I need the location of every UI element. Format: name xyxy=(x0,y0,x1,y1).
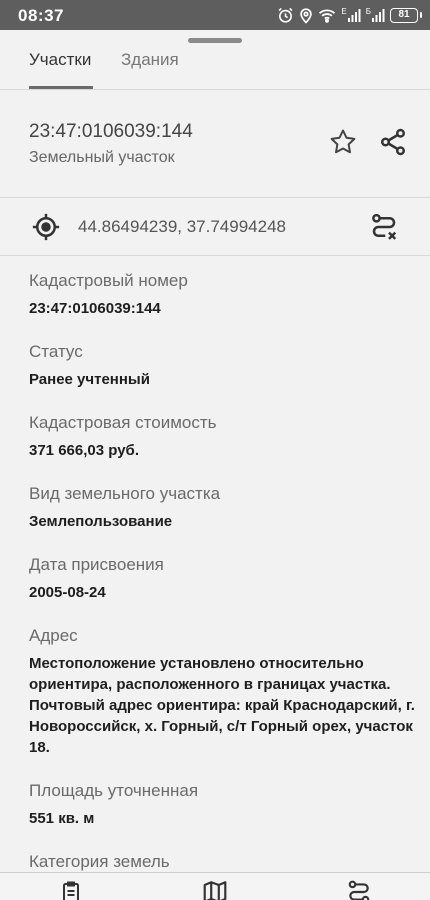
tab-parcels[interactable]: Участки xyxy=(29,50,91,70)
field-value: Местоположение установлено относительно … xyxy=(29,655,415,756)
field-refined-area: Площадь уточненная 551 кв. м xyxy=(29,780,424,829)
share-button[interactable] xyxy=(377,126,409,158)
field-value: 551 кв. м xyxy=(29,810,95,827)
nav-info-button[interactable] xyxy=(58,879,84,900)
status-bar: 08:37 E Б 81 xyxy=(0,0,430,30)
field-label: Кадастровый номер xyxy=(29,271,188,290)
battery-icon: 81 xyxy=(390,7,422,23)
locate-button[interactable] xyxy=(30,211,62,243)
bottom-navigation xyxy=(0,872,430,900)
field-address: Адрес Местоположение установлено относит… xyxy=(29,625,424,758)
status-time: 08:37 xyxy=(18,6,64,25)
field-value: 2005-08-24 xyxy=(29,584,106,601)
field-value: 23:47:0106039:144 xyxy=(29,300,161,317)
favorite-button[interactable] xyxy=(327,126,359,158)
tab-bar: Участки Здания xyxy=(0,44,430,90)
route-button[interactable] xyxy=(367,211,401,243)
share-icon xyxy=(381,128,405,156)
active-tab-indicator xyxy=(29,86,93,89)
parcel-details-list: Кадастровый номер 23:47:0106039:144 Стат… xyxy=(29,270,424,895)
status-icons: E Б 81 xyxy=(277,6,422,24)
route-icon xyxy=(348,880,370,900)
location-icon xyxy=(300,7,313,24)
signal-icon xyxy=(347,9,361,22)
field-assignment-date: Дата присвоения 2005-08-24 xyxy=(29,554,424,603)
field-land-category: Категория земель xyxy=(29,851,424,873)
map-icon xyxy=(203,881,227,900)
star-icon xyxy=(330,129,356,154)
target-icon xyxy=(32,213,60,241)
field-label: Статус xyxy=(29,342,83,361)
nav-route-button[interactable] xyxy=(345,879,373,900)
signal-icon xyxy=(372,9,385,22)
network-e-label: E xyxy=(341,6,347,16)
field-land-type: Вид земельного участка Землепользование xyxy=(29,483,424,532)
parcel-type: Земельный участок xyxy=(29,149,175,166)
nav-map-button[interactable] xyxy=(201,879,229,900)
alarm-icon xyxy=(278,7,293,23)
sheet-drag-handle[interactable] xyxy=(188,38,242,43)
coordinates-row: 44.86494239, 37.74994248 xyxy=(0,198,430,256)
field-value: 371 666,03 руб. xyxy=(29,442,139,459)
coordinates-text[interactable]: 44.86494239, 37.74994248 xyxy=(78,217,286,237)
field-label: Адрес xyxy=(29,626,78,645)
field-label: Вид земельного участка xyxy=(29,484,221,503)
field-cadastral-number: Кадастровый номер 23:47:0106039:144 xyxy=(29,270,424,319)
field-status: Статус Ранее учтенный xyxy=(29,341,424,390)
field-label: Категория земель xyxy=(29,852,170,871)
field-value: Ранее учтенный xyxy=(29,371,150,388)
field-label: Кадастровая стоимость xyxy=(29,413,217,432)
field-value: Землепользование xyxy=(29,513,173,530)
network-b-label: Б xyxy=(365,6,371,16)
parcel-header: 23:47:0106039:144 Земельный участок xyxy=(0,90,430,198)
field-label: Дата присвоения xyxy=(29,555,164,574)
field-label: Площадь уточненная xyxy=(29,781,199,800)
clipboard-icon xyxy=(63,881,79,900)
route-icon xyxy=(372,213,397,240)
tab-buildings[interactable]: Здания xyxy=(121,50,179,70)
parcel-number: 23:47:0106039:144 xyxy=(29,121,193,142)
field-cadastral-value: Кадастровая стоимость 371 666,03 руб. xyxy=(29,412,424,461)
wifi-icon xyxy=(319,8,336,23)
parcel-info-sheet: Участки Здания 23:47:0106039:144 Земельн… xyxy=(0,30,430,900)
